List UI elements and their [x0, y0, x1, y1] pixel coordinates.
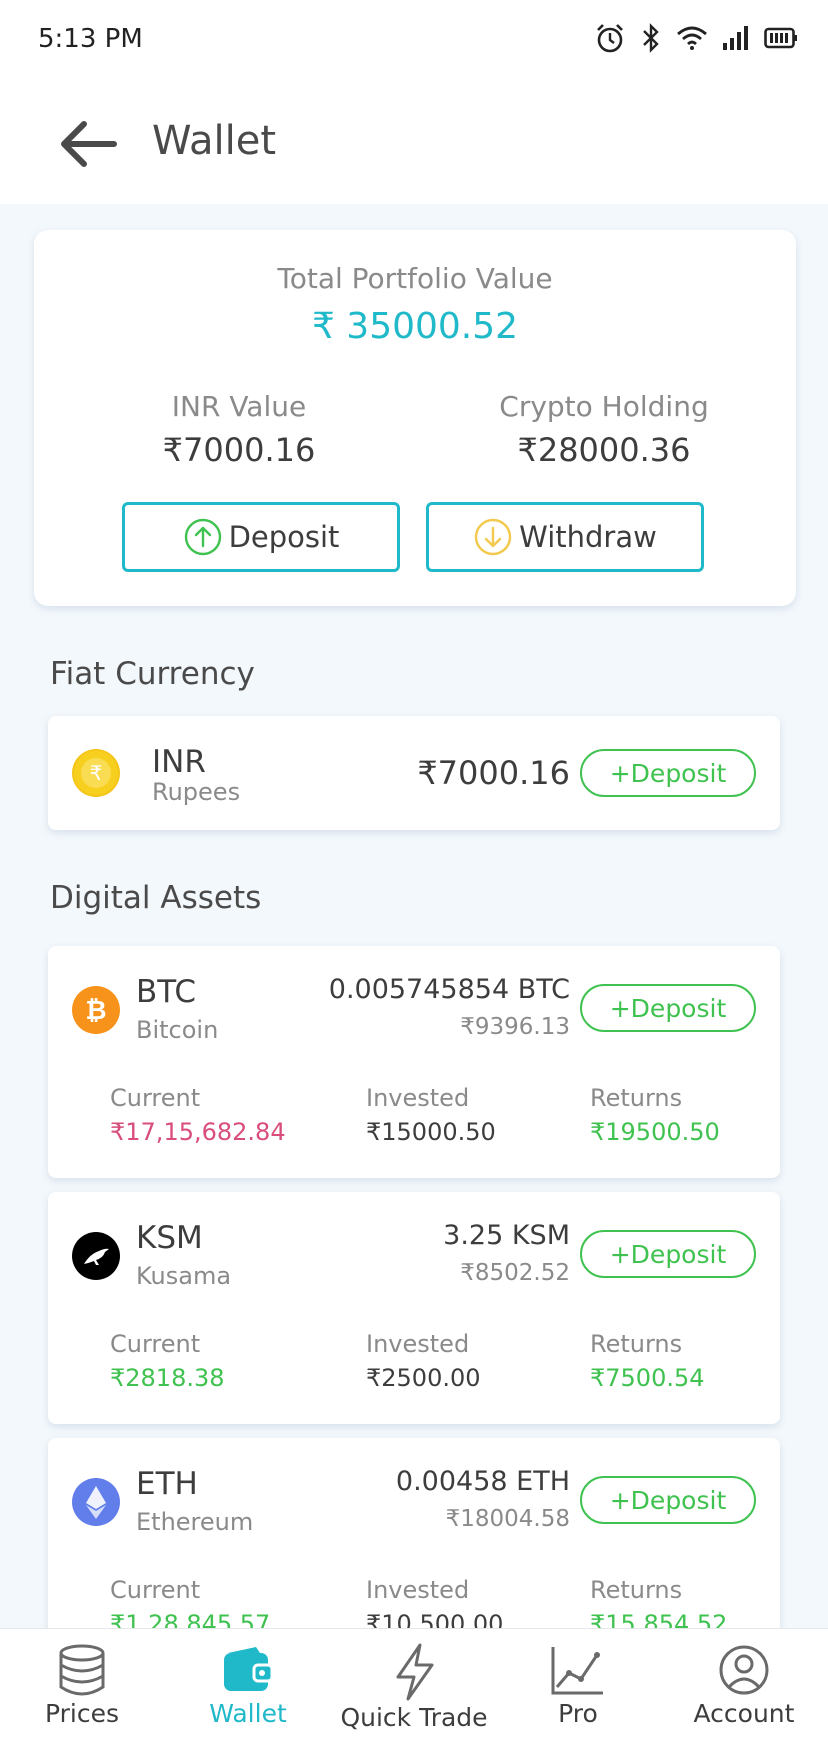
returns-label: Returns	[590, 1576, 683, 1604]
chart-line-icon	[551, 1647, 603, 1695]
signal-icon	[723, 26, 748, 50]
status-time: 5:13 PM	[38, 24, 143, 54]
bitcoin-icon: ₿	[72, 986, 120, 1034]
asset-quantity: 0.005745854 BTC	[328, 974, 570, 1005]
nav-prices-label: Prices	[44, 1699, 119, 1728]
crypto-holding-amount: ₹28000.36	[517, 431, 691, 469]
user-circle-icon	[719, 1645, 769, 1695]
page-title: Wallet	[152, 118, 277, 164]
asset-card-ksm[interactable]: KSM Kusama 3.25 KSM ₹8502.52 +Deposit Cu…	[48, 1192, 780, 1424]
inr-value-label: INR Value	[171, 390, 307, 423]
crypto-holding-label: Crypto Holding	[499, 390, 709, 423]
current-label: Current	[110, 1576, 201, 1604]
asset-code: ETH	[136, 1466, 198, 1502]
invested-value: ₹2500.00	[366, 1364, 481, 1392]
nav-account-label: Account	[693, 1699, 795, 1728]
kusama-icon	[72, 1232, 120, 1280]
portfolio-summary-card: Total Portfolio Value ₹ 35000.52 INR Val…	[34, 230, 796, 606]
invested-label: Invested	[366, 1084, 470, 1112]
asset-name: Ethereum	[136, 1508, 254, 1536]
nav-prices[interactable]: Prices	[2, 1629, 162, 1740]
current-value: ₹2818.38	[110, 1364, 225, 1392]
asset-name: Kusama	[136, 1262, 232, 1290]
withdraw-button[interactable]: Withdraw	[426, 502, 704, 572]
database-icon	[59, 1644, 105, 1696]
current-value: ₹17,15,682.84	[110, 1118, 286, 1146]
asset-card-btc[interactable]: ₿ BTC Bitcoin 0.005745854 BTC ₹9396.13 +…	[48, 946, 780, 1178]
svg-text:₹: ₹	[90, 761, 103, 785]
asset-deposit-button[interactable]: +Deposit	[580, 1476, 756, 1524]
digital-assets-section-title: Digital Assets	[50, 880, 262, 916]
fiat-deposit-button[interactable]: +Deposit	[580, 749, 756, 797]
asset-inr-value: ₹18004.58	[445, 1506, 570, 1532]
nav-quick-trade[interactable]: Quick Trade	[334, 1629, 494, 1740]
asset-deposit-button[interactable]: +Deposit	[580, 984, 756, 1032]
fiat-section-title: Fiat Currency	[50, 656, 255, 692]
asset-name: Bitcoin	[136, 1016, 219, 1044]
asset-quantity: 3.25 KSM	[443, 1220, 570, 1251]
asset-deposit-button[interactable]: +Deposit	[580, 1230, 756, 1278]
status-bar: 5:13 PM	[0, 0, 828, 84]
nav-pro[interactable]: Pro	[498, 1629, 658, 1740]
nav-pro-label: Pro	[558, 1699, 598, 1728]
crypto-holding-block: Crypto Holding ₹28000.36	[454, 390, 754, 469]
fiat-inr-card[interactable]: ₹ INR Rupees ₹7000.16 +Deposit	[48, 716, 780, 830]
alarm-icon	[597, 24, 623, 53]
back-arrow-icon[interactable]	[56, 114, 120, 174]
asset-inr-value: ₹9396.13	[460, 1014, 570, 1040]
invested-label: Invested	[366, 1576, 470, 1604]
deposit-button[interactable]: Deposit	[122, 502, 400, 572]
fiat-name: Rupees	[152, 778, 241, 806]
total-portfolio-label: Total Portfolio Value	[277, 262, 553, 295]
asset-code: BTC	[136, 974, 197, 1010]
invested-label: Invested	[366, 1330, 470, 1358]
status-icons	[594, 22, 798, 54]
nav-account[interactable]: Account	[664, 1629, 824, 1740]
ethereum-icon	[72, 1478, 120, 1526]
returns-label: Returns	[590, 1084, 683, 1112]
withdraw-button-label: Withdraw	[519, 520, 657, 554]
total-portfolio-value: ₹ 35000.52	[311, 306, 519, 347]
invested-value: ₹15000.50	[366, 1118, 496, 1146]
deposit-button-label: Deposit	[228, 520, 340, 554]
inr-value-amount: ₹7000.16	[162, 431, 316, 469]
nav-quick-trade-label: Quick Trade	[340, 1703, 488, 1732]
returns-value: ₹7500.54	[590, 1364, 705, 1392]
wallet-icon	[224, 1647, 274, 1691]
asset-code: KSM	[136, 1220, 203, 1256]
arrow-up-circle-icon	[184, 518, 221, 556]
bluetooth-icon	[643, 23, 659, 53]
fiat-balance: ₹7000.16	[417, 754, 570, 792]
rupee-coin-icon: ₹	[72, 749, 120, 797]
fiat-code: INR	[152, 744, 206, 780]
asset-inr-value: ₹8502.52	[460, 1260, 570, 1286]
returns-label: Returns	[590, 1330, 683, 1358]
returns-value: ₹19500.50	[590, 1118, 720, 1146]
current-label: Current	[110, 1330, 201, 1358]
app-bar: Wallet	[0, 84, 828, 204]
battery-icon	[764, 27, 797, 49]
inr-value-block: INR Value ₹7000.16	[124, 390, 354, 469]
nav-wallet[interactable]: Wallet	[168, 1629, 328, 1740]
bottom-navigation: Prices Wallet Quick Trade Pro Account	[0, 1628, 828, 1740]
svg-text:₿: ₿	[85, 996, 106, 1026]
arrow-down-circle-icon	[474, 518, 512, 556]
lightning-icon	[396, 1643, 434, 1701]
wifi-icon	[677, 26, 707, 50]
asset-quantity: 0.00458 ETH	[395, 1466, 570, 1497]
current-label: Current	[110, 1084, 201, 1112]
nav-wallet-label: Wallet	[209, 1699, 287, 1728]
